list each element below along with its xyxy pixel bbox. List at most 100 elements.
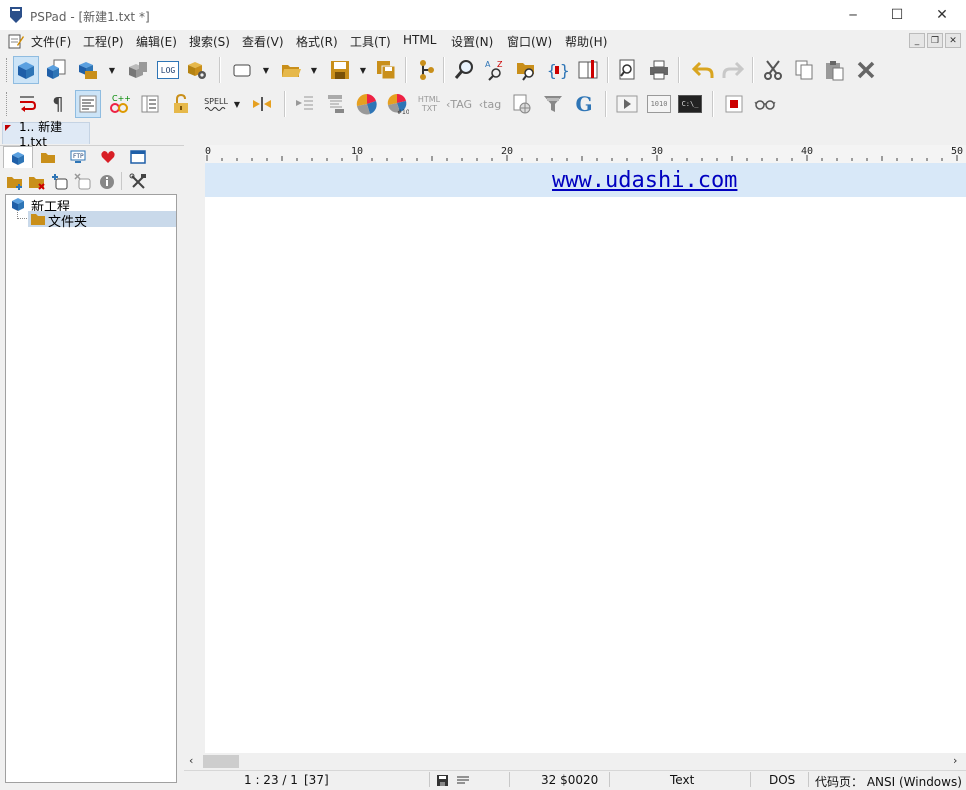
split-view-button[interactable] [249,90,275,118]
menu-format[interactable]: 格式(R) [296,33,338,50]
matching-bracket-button[interactable]: {} [544,56,570,84]
open-project-button[interactable] [43,56,69,84]
menu-settings[interactable]: 设置(N) [451,33,493,50]
mdi-minimize-button[interactable]: _ [909,33,925,48]
menu-help[interactable]: 帮助(H) [565,33,607,50]
google-search-button[interactable]: G [571,90,597,118]
indent-button[interactable] [292,90,318,118]
tab-document-1[interactable]: 1.. 新建1.txt [2,120,90,149]
open-file-dropdown-arrow[interactable]: ▼ [309,56,319,84]
remove-file-button[interactable] [74,173,92,194]
show-special-chars-button[interactable]: ¶ [45,90,71,118]
new-project-button[interactable] [13,56,39,84]
add-file-button[interactable] [51,173,69,194]
lowercase-tags-button[interactable]: ‹tag [477,90,503,118]
status-line-ending[interactable]: DOS [769,773,795,787]
menu-project[interactable]: 工程(P) [83,33,124,50]
scroll-right-icon[interactable]: › [953,754,957,767]
tab-favorites[interactable] [93,146,123,168]
save-button[interactable] [327,56,353,84]
delete-button[interactable] [853,56,879,84]
new-file-button[interactable] [229,56,255,84]
copy-button[interactable] [791,56,817,84]
menu-window[interactable]: 窗口(W) [507,33,552,50]
tab-file-explorer[interactable] [33,146,63,168]
undo-button[interactable] [690,56,716,84]
properties-button[interactable] [98,173,116,194]
replace-button[interactable]: AZ [482,56,508,84]
find-in-files-button[interactable] [513,56,539,84]
close-button[interactable]: ✕ [919,0,965,30]
paste-button[interactable] [821,56,847,84]
uppercase-tags-button[interactable]: ‹TAG [446,90,472,118]
spell-dropdown-arrow[interactable]: ▼ [232,90,242,118]
tree-item-project[interactable]: 新工程 [10,196,178,215]
format-code-button[interactable] [323,90,349,118]
open-file-button[interactable] [278,56,304,84]
record-macro-button[interactable] [721,90,747,118]
scrollbar-thumb[interactable] [203,755,239,768]
print-preview-button[interactable] [614,56,640,84]
bookmark-button[interactable] [575,56,601,84]
save-dropdown-arrow[interactable]: ▼ [358,56,368,84]
tree-item-folder[interactable]: 文件夹 [28,211,176,230]
word-wrap-button[interactable] [14,90,40,118]
tab-open-windows[interactable] [123,146,153,168]
save-project-button[interactable] [74,56,100,84]
add-folder-button[interactable] [6,173,24,194]
document-menu-icon[interactable] [8,33,24,49]
mdi-restore-button[interactable]: ❐ [927,33,943,48]
text-editor-mode-button[interactable] [75,90,101,118]
scroll-left-icon[interactable]: ‹ [189,754,193,767]
log-button[interactable]: LOG [155,56,181,84]
mdi-close-button[interactable]: ✕ [945,33,961,48]
project-dropdown-arrow[interactable]: ▼ [107,56,117,84]
save-all-button[interactable] [373,56,399,84]
cut-button[interactable] [760,56,786,84]
project-settings-button[interactable] [184,56,210,84]
command-prompt-button[interactable]: C:\_ [677,90,703,118]
text-editor[interactable]: www.udashi.com [205,163,966,753]
tab-projects[interactable] [3,146,33,168]
cube-gear-icon [188,62,206,79]
web-preview-button[interactable] [509,90,535,118]
new-file-dropdown-arrow[interactable]: ▼ [261,56,271,84]
readonly-button[interactable] [168,90,194,118]
reading-mode-button[interactable] [752,90,778,118]
html-to-text-button[interactable]: HTML TXT [416,90,442,118]
menu-search[interactable]: 搜索(S) [189,33,230,50]
menu-html[interactable]: HTML [403,33,436,47]
svg-text:FTP: FTP [73,153,84,160]
horizontal-scrollbar[interactable]: ‹ › [184,753,966,770]
filter-button[interactable] [540,90,566,118]
spell-label: SPELL [204,96,228,106]
remove-folder-button[interactable] [28,173,46,194]
code-explorer-button[interactable] [413,56,439,84]
maximize-button[interactable]: ☐ [874,0,920,30]
line-numbers-button[interactable] [137,90,163,118]
open-folder-icon [282,65,301,77]
hex-color-button[interactable]: #10 [385,90,411,118]
status-codepage[interactable]: 代码页： ANSI (Windows) [815,773,962,790]
toolbar-grip[interactable] [6,92,10,116]
menu-edit[interactable]: 编辑(E) [136,33,177,50]
color-picker-button[interactable] [354,90,380,118]
menu-view[interactable]: 查看(V) [242,33,284,50]
status-mode[interactable]: Text [670,773,694,787]
folder-icon [31,214,45,225]
close-project-button[interactable] [124,56,150,84]
redo-button[interactable] [720,56,746,84]
spell-check-button[interactable]: SPELL [203,90,229,118]
menu-file[interactable]: 文件(F) [31,33,71,50]
minimize-button[interactable]: ─ [830,0,876,30]
print-button[interactable] [646,56,672,84]
editor-line-1-link[interactable]: www.udashi.com [552,168,737,193]
tab-ftp[interactable]: FTP [63,146,93,168]
toolbar-grip[interactable] [6,58,10,82]
find-button[interactable] [451,56,477,84]
menu-tools[interactable]: 工具(T) [350,33,391,50]
project-tools-button[interactable] [129,173,147,194]
hex-view-button[interactable]: 1010 [646,90,672,118]
run-button[interactable] [614,90,640,118]
syntax-highlight-button[interactable]: C++ [106,90,132,118]
